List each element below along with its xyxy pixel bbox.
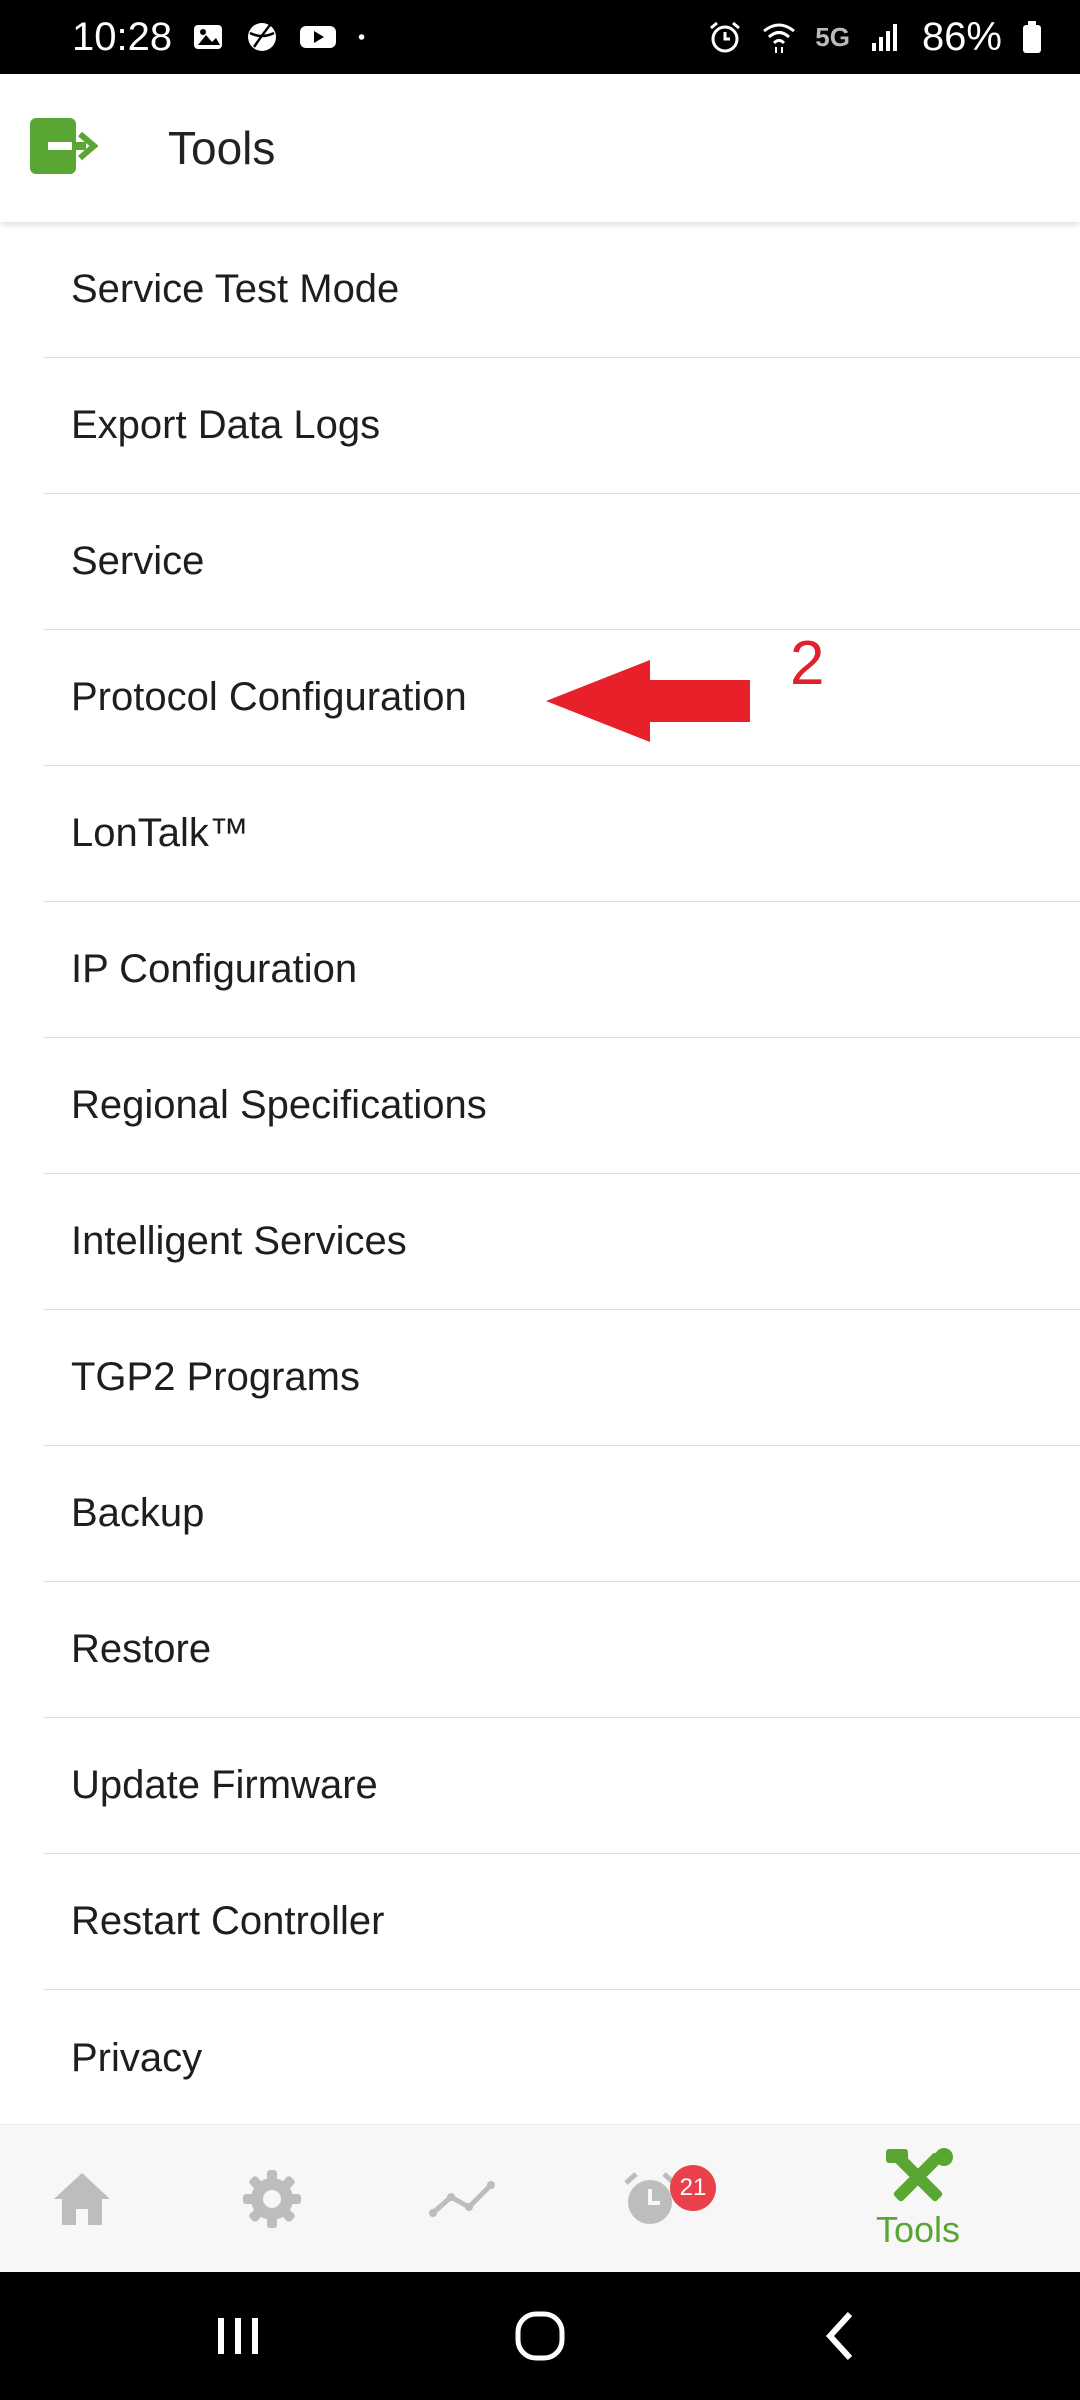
menu-item-label: Intelligent Services — [71, 1219, 407, 1263]
menu-item-label: IP Configuration — [71, 947, 358, 991]
menu-item-export-data-logs[interactable]: Export Data Logs — [44, 358, 1080, 494]
menu-item-regional-specifications[interactable]: Regional Specifications — [44, 1038, 1080, 1174]
battery-percent: 86% — [921, 14, 1002, 59]
menu-item-label: Backup — [71, 1491, 205, 1535]
exit-logo-icon[interactable] — [28, 116, 98, 176]
nav-settings[interactable] — [182, 2125, 362, 2273]
menu-item-tgp2-programs[interactable]: TGP2 Programs — [44, 1310, 1080, 1446]
menu-item-label: Regional Specifications — [71, 1083, 487, 1127]
nav-tools[interactable]: Tools — [828, 2125, 1008, 2273]
menu-item-service-test-mode[interactable]: Service Test Mode — [44, 222, 1080, 358]
menu-item-restore[interactable]: Restore — [44, 1582, 1080, 1718]
dot-icon — [358, 34, 365, 40]
menu-item-label: Privacy — [71, 2035, 203, 2080]
page-title: Tools — [168, 122, 276, 174]
status-bar-right: 5G 86% — [707, 15, 1044, 60]
menu-item-privacy[interactable]: Privacy — [44, 1990, 1080, 2126]
app-bar: Tools — [0, 74, 1080, 222]
recent-apps-icon[interactable] — [198, 2300, 278, 2372]
menu-item-label: LonTalk™ — [71, 811, 249, 855]
nav-tools-label: Tools — [875, 2209, 961, 2250]
nav-home[interactable] — [0, 2125, 172, 2273]
menu-item-label: Update Firmware — [71, 1763, 378, 1807]
tools-menu-list: Service Test Mode Export Data Logs Servi… — [0, 222, 1080, 2126]
nav-trends[interactable] — [372, 2125, 552, 2273]
trend-line-icon — [429, 2181, 495, 2217]
menu-item-restart-controller[interactable]: Restart Controller — [44, 1854, 1080, 1990]
menu-item-intelligent-services[interactable]: Intelligent Services — [44, 1174, 1080, 1310]
network-type: 5G — [815, 21, 850, 52]
home-icon — [54, 2173, 110, 2225]
gear-icon — [243, 2170, 301, 2228]
menu-item-label: Service Test Mode — [71, 267, 400, 311]
menu-item-label: Protocol Configuration — [71, 675, 467, 719]
battery-icon — [1023, 21, 1041, 53]
youtube-icon — [300, 26, 337, 48]
status-time: 10:28 — [72, 14, 173, 59]
menu-item-label: Export Data Logs — [71, 403, 381, 447]
system-nav-bar — [0, 2272, 1080, 2400]
bottom-nav: 21 Tools — [0, 2124, 1080, 2273]
menu-item-label: Service — [71, 539, 205, 583]
annotation-arrow-icon — [546, 660, 750, 742]
sports-ball-icon — [248, 23, 277, 51]
menu-item-service[interactable]: Service — [44, 494, 1080, 630]
menu-item-ip-configuration[interactable]: IP Configuration — [44, 902, 1080, 1038]
menu-item-label: Restore — [71, 1627, 212, 1671]
tools-icon — [886, 2148, 953, 2202]
alarm-count-badge: 21 — [670, 2165, 716, 2211]
wifi-icon — [763, 23, 796, 53]
menu-item-update-firmware[interactable]: Update Firmware — [44, 1718, 1080, 1854]
gallery-icon — [194, 25, 223, 49]
signal-icon — [871, 24, 897, 51]
status-bar: 10:28 5G 86% — [0, 0, 1080, 74]
menu-item-backup[interactable]: Backup — [44, 1446, 1080, 1582]
menu-item-lontalk[interactable]: LonTalk™ — [44, 766, 1080, 902]
menu-item-label: TGP2 Programs — [71, 1355, 360, 1399]
menu-item-label: Restart Controller — [71, 1899, 385, 1943]
home-circle-icon[interactable] — [500, 2300, 580, 2372]
alarm-icon — [710, 21, 741, 53]
nav-alarms[interactable]: 21 — [560, 2125, 740, 2273]
back-chevron-icon[interactable] — [802, 2300, 882, 2372]
annotation-number: 2 — [790, 629, 825, 698]
status-bar-left: 10:28 — [72, 15, 376, 60]
